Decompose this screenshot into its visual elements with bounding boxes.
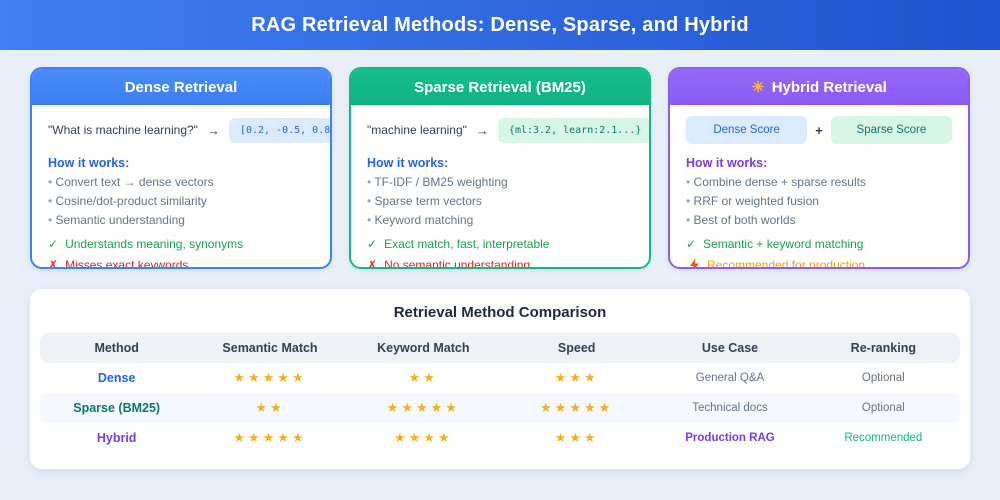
sparse-how-title: How it works: bbox=[367, 156, 633, 170]
table-row: Hybrid★★★★★★★★★★★★Production RAGRecommen… bbox=[40, 423, 960, 453]
sparse-bullet-list: TF-IDF / BM25 weighting Sparse term vect… bbox=[367, 175, 633, 227]
dense-pro-text: Understands meaning, synonyms bbox=[65, 237, 243, 251]
column-header-semantic-match: Semantic Match bbox=[193, 341, 346, 355]
sparse-demo-row: "machine learning" → {ml:3.2, learn:2.1.… bbox=[367, 114, 633, 146]
dense-con-text: Misses exact keywords bbox=[65, 258, 188, 269]
use-case-cell: Production RAG bbox=[653, 432, 806, 444]
cross-icon: ✗ bbox=[367, 258, 377, 269]
card-hybrid-title: Hybrid Retrieval bbox=[772, 79, 887, 96]
table-header-row: Method Semantic Match Keyword Match Spee… bbox=[40, 333, 960, 363]
card-dense-retrieval: Dense Retrieval "What is machine learnin… bbox=[30, 67, 332, 269]
card-hybrid-body: Dense Score + Sparse Score How it works:… bbox=[670, 105, 968, 269]
page-title: RAG Retrieval Methods: Dense, Sparse, an… bbox=[251, 14, 749, 37]
check-icon: ✓ bbox=[686, 237, 696, 251]
hybrid-pro-text: Semantic + keyword matching bbox=[703, 237, 863, 251]
bullet-item: Sparse term vectors bbox=[367, 194, 633, 208]
hybrid-bullet-list: Combine dense + sparse results RRF or we… bbox=[686, 175, 952, 227]
reranking-cell: Optional bbox=[807, 372, 960, 384]
card-dense-header: Dense Retrieval bbox=[32, 69, 330, 105]
dense-how-title: How it works: bbox=[48, 156, 314, 170]
column-header-method: Method bbox=[40, 341, 193, 355]
bullet-item: Cosine/dot-product similarity bbox=[48, 194, 314, 208]
check-icon: ✓ bbox=[48, 237, 58, 251]
method-cell: Sparse (BM25) bbox=[40, 401, 193, 415]
bullet-item: Semantic understanding bbox=[48, 213, 314, 227]
semantic-match-stars: ★★★★★ bbox=[193, 430, 346, 446]
hybrid-score-row: Dense Score + Sparse Score bbox=[686, 114, 952, 146]
lightning-icon bbox=[689, 258, 700, 269]
speed-stars: ★★★ bbox=[500, 370, 653, 386]
dense-bullet-list: Convert text → dense vectors Cosine/dot-… bbox=[48, 175, 314, 227]
card-hybrid-retrieval: ☀ Hybrid Retrieval Dense Score + Sparse … bbox=[668, 67, 970, 269]
sun-icon: ☀ bbox=[751, 78, 764, 96]
hybrid-special-line: Recommended for production bbox=[686, 258, 952, 269]
sparse-score-chip: Sparse Score bbox=[831, 116, 952, 144]
reranking-cell: Recommended bbox=[807, 432, 960, 444]
arrow-icon: → bbox=[207, 123, 220, 138]
bullet-item: Combine dense + sparse results bbox=[686, 175, 952, 189]
card-dense-body: "What is machine learning?" → [0.2, -0.5… bbox=[32, 105, 330, 269]
bullet-item: RRF or weighted fusion bbox=[686, 194, 952, 208]
bullet-item: Keyword matching bbox=[367, 213, 633, 227]
sparse-con-text: No semantic understanding bbox=[384, 258, 530, 269]
arrow-icon: → bbox=[476, 123, 489, 138]
column-header-keyword-match: Keyword Match bbox=[347, 341, 500, 355]
table-row: Sparse (BM25)★★★★★★★★★★★★Technical docsO… bbox=[40, 393, 960, 423]
comparison-table-title: Retrieval Method Comparison bbox=[40, 304, 960, 321]
method-cards-row: Dense Retrieval "What is machine learnin… bbox=[0, 50, 1000, 269]
use-case-cell: General Q&A bbox=[653, 372, 806, 384]
dense-demo-row: "What is machine learning?" → [0.2, -0.5… bbox=[48, 114, 314, 146]
dense-score-chip: Dense Score bbox=[686, 116, 807, 144]
speed-stars: ★★★ bbox=[500, 430, 653, 446]
column-header-use-case: Use Case bbox=[653, 341, 806, 355]
hybrid-pro-line: ✓ Semantic + keyword matching bbox=[686, 237, 952, 251]
check-icon: ✓ bbox=[367, 237, 377, 251]
table-row: Dense★★★★★★★★★★General Q&AOptional bbox=[40, 363, 960, 393]
semantic-match-stars: ★★ bbox=[193, 400, 346, 416]
card-sparse-title: Sparse Retrieval (BM25) bbox=[414, 79, 586, 96]
column-header-speed: Speed bbox=[500, 341, 653, 355]
comparison-table-card: Retrieval Method Comparison Method Seman… bbox=[30, 289, 970, 469]
semantic-match-stars: ★★★★★ bbox=[193, 370, 346, 386]
card-sparse-body: "machine learning" → {ml:3.2, learn:2.1.… bbox=[351, 105, 649, 269]
column-header-re-ranking: Re-ranking bbox=[807, 341, 960, 355]
sparse-pro-text: Exact match, fast, interpretable bbox=[384, 237, 549, 251]
page-banner: RAG Retrieval Methods: Dense, Sparse, an… bbox=[0, 0, 1000, 50]
table-body: Dense★★★★★★★★★★General Q&AOptionalSparse… bbox=[40, 363, 960, 453]
method-cell: Hybrid bbox=[40, 431, 193, 445]
sparse-con-line: ✗ No semantic understanding bbox=[367, 258, 633, 269]
sparse-query-text: "machine learning" bbox=[367, 123, 467, 137]
method-cell: Dense bbox=[40, 371, 193, 385]
hybrid-how-title: How it works: bbox=[686, 156, 952, 170]
keyword-match-stars: ★★ bbox=[347, 370, 500, 386]
keyword-match-stars: ★★★★★ bbox=[347, 400, 500, 416]
sparse-weights-chip: {ml:3.2, learn:2.1...} bbox=[498, 118, 651, 143]
hybrid-special-text: Recommended for production bbox=[707, 258, 865, 269]
card-sparse-header: Sparse Retrieval (BM25) bbox=[351, 69, 649, 105]
bullet-item: Best of both worlds bbox=[686, 213, 952, 227]
keyword-match-stars: ★★★★ bbox=[347, 430, 500, 446]
sparse-pro-line: ✓ Exact match, fast, interpretable bbox=[367, 237, 633, 251]
bullet-item: Convert text → dense vectors bbox=[48, 175, 314, 189]
dense-query-text: "What is machine learning?" bbox=[48, 123, 198, 137]
speed-stars: ★★★★★ bbox=[500, 400, 653, 416]
card-sparse-retrieval: Sparse Retrieval (BM25) "machine learnin… bbox=[349, 67, 651, 269]
cross-icon: ✗ bbox=[48, 258, 58, 269]
dense-vector-chip: [0.2, -0.5, 0.8...] bbox=[229, 118, 332, 143]
bullet-item: TF-IDF / BM25 weighting bbox=[367, 175, 633, 189]
plus-icon: + bbox=[815, 123, 823, 138]
card-dense-title: Dense Retrieval bbox=[125, 79, 238, 96]
reranking-cell: Optional bbox=[807, 402, 960, 414]
dense-con-line: ✗ Misses exact keywords bbox=[48, 258, 314, 269]
dense-pro-line: ✓ Understands meaning, synonyms bbox=[48, 237, 314, 251]
use-case-cell: Technical docs bbox=[653, 402, 806, 414]
card-hybrid-header: ☀ Hybrid Retrieval bbox=[670, 69, 968, 105]
